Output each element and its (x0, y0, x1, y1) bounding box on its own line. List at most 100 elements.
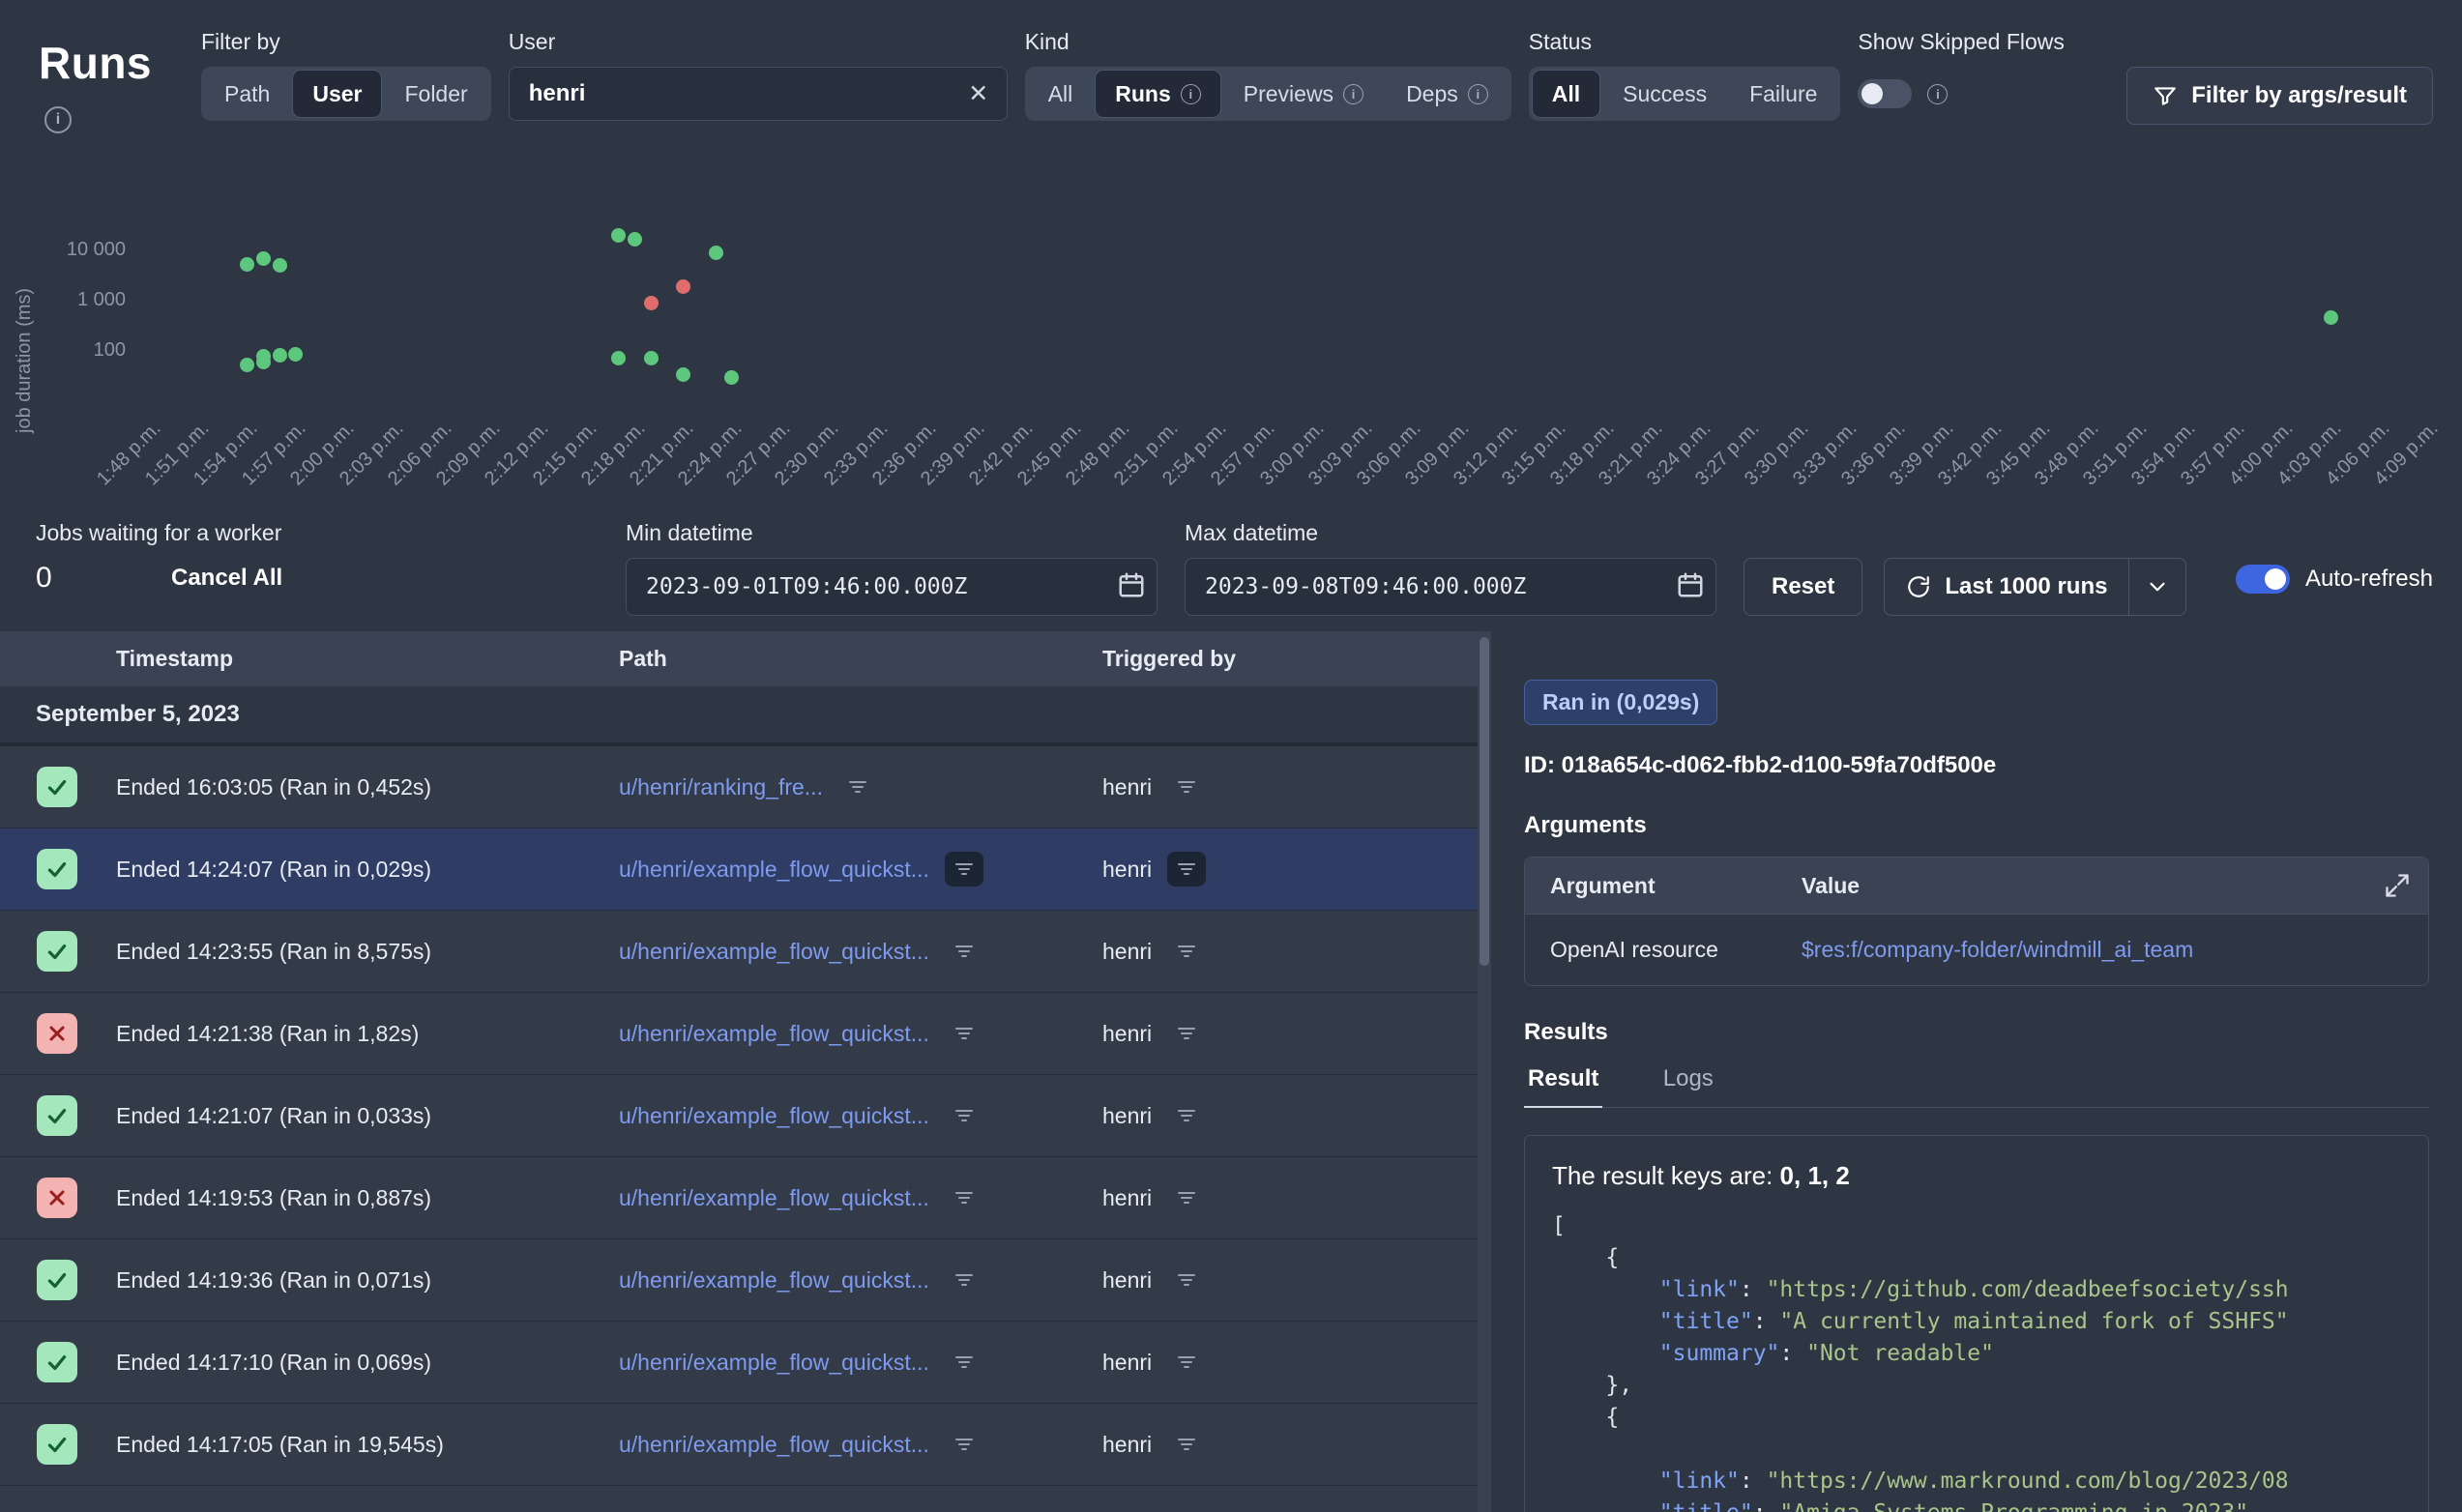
status-success-button[interactable]: Success (1603, 71, 1726, 117)
failure-x-icon (37, 1013, 77, 1054)
table-row[interactable]: Ended 14:19:36 (Ran in 0,071s)u/henri/ex… (0, 1239, 1478, 1322)
min-calendar-icon[interactable] (1117, 570, 1146, 599)
table-row[interactable]: Ended 16:03:05 (Ran in 0,452s)u/henri/ra… (0, 746, 1478, 829)
success-run-dot[interactable] (611, 351, 626, 365)
run-path-link[interactable]: u/henri/example_flow_quickst... (619, 1103, 929, 1129)
kind-deps-button[interactable]: Deps i (1387, 71, 1508, 117)
auto-refresh-toggle[interactable] (2236, 565, 2290, 594)
argument-value-link[interactable]: $res:f/company-folder/windmill_ai_team (1802, 937, 2428, 963)
filter-by-user-icon[interactable] (1167, 852, 1206, 887)
failure-run-dot[interactable] (644, 296, 659, 310)
filter-by-user-icon[interactable] (1167, 1098, 1206, 1133)
success-check-icon (37, 1342, 77, 1382)
success-run-dot[interactable] (724, 370, 739, 385)
success-run-dot[interactable] (240, 358, 254, 372)
status-toggle: All Success Failure (1529, 67, 1841, 121)
status-failure-button[interactable]: Failure (1730, 71, 1836, 117)
table-row[interactable]: Ended 14:19:53 (Ran in 0,887s) u/henri/ex… (0, 1157, 1478, 1239)
filter-by-path-icon[interactable] (945, 852, 983, 887)
last-runs-label: Last 1000 runs (1945, 573, 2107, 600)
run-path-link[interactable]: u/henri/example_flow_quickst... (619, 1267, 929, 1294)
run-path-link[interactable]: u/henri/example_flow_quickst... (619, 857, 929, 883)
filter-by-path-icon[interactable] (945, 1427, 983, 1462)
failure-x-icon (37, 1178, 77, 1218)
runs-info-icon[interactable]: i (44, 106, 72, 133)
filter-by-user-icon[interactable] (1167, 934, 1206, 969)
filter-by-user-icon[interactable] (1167, 1345, 1206, 1380)
filter-by-user-icon[interactable] (1167, 1180, 1206, 1215)
success-run-dot[interactable] (709, 246, 723, 260)
run-timestamp: Ended 14:21:38 (Ran in 1,82s) (116, 1021, 419, 1047)
runs-table: Timestamp Path Triggered by September 5,… (0, 631, 1478, 1512)
show-skipped-toggle[interactable] (1858, 79, 1912, 108)
filter-by-path-icon[interactable] (945, 1263, 983, 1297)
run-path-link[interactable]: u/henri/example_flow_quickst... (619, 1185, 929, 1211)
duration-scatter-chart: job duration (ms) 10 000 1 000 100 1:48 … (0, 184, 2462, 503)
table-row[interactable]: Ended 14:17:05 (Ran in 19,545s)u/henri/e… (0, 1404, 1478, 1486)
run-timestamp: Ended 14:19:53 (Ran in 0,887s) (116, 1185, 431, 1211)
min-datetime-input[interactable] (626, 558, 1158, 616)
previews-kind-info-icon[interactable]: i (1343, 84, 1363, 104)
filter-by-path-icon[interactable] (945, 1016, 983, 1051)
clear-user-icon[interactable]: ✕ (961, 76, 996, 111)
y-tick-1000: 1 000 (17, 288, 126, 311)
table-row[interactable]: Ended 14:21:38 (Ran in 1,82s) u/henri/exa… (0, 993, 1478, 1075)
success-run-dot[interactable] (256, 251, 271, 266)
table-row[interactable]: Ended 14:24:07 (Ran in 0,029s)u/henri/ex… (0, 829, 1478, 911)
run-path-link[interactable]: u/henri/example_flow_quickst... (619, 1021, 929, 1047)
kind-previews-button[interactable]: Previews i (1224, 71, 1383, 117)
table-row[interactable]: Ended 14:17:10 (Ran in 0,069s) u/henri/ex… (0, 1322, 1478, 1404)
filter-by-user-button[interactable]: User (293, 71, 381, 117)
success-run-dot[interactable] (273, 348, 287, 363)
filter-by-path-icon[interactable] (945, 1345, 983, 1380)
tab-logs[interactable]: Logs (1659, 1065, 1717, 1106)
table-row[interactable]: Ended 14:23:55 (Ran in 8,575s)u/henri/ex… (0, 911, 1478, 993)
run-path-link[interactable]: u/henri/example_flow_quickst... (619, 939, 929, 965)
filter-by-path-icon[interactable] (838, 770, 877, 804)
expand-args-icon[interactable] (2384, 872, 2428, 899)
deps-kind-info-icon[interactable]: i (1468, 84, 1488, 104)
kind-runs-button[interactable]: Runs i (1096, 71, 1220, 117)
run-path-link[interactable]: u/henri/ranking_fre... (619, 774, 823, 800)
filter-by-path-icon[interactable] (945, 934, 983, 969)
filter-by-user-icon[interactable] (1167, 770, 1206, 804)
status-filter-group: Status All Success Failure (1529, 29, 1841, 121)
filter-by-path-icon[interactable] (945, 1180, 983, 1215)
tab-result[interactable]: Result (1524, 1065, 1602, 1108)
show-skipped-info-icon[interactable]: i (1927, 84, 1948, 104)
success-run-dot[interactable] (628, 232, 642, 247)
table-scrollbar[interactable] (1478, 631, 1491, 1512)
success-run-dot[interactable] (240, 257, 254, 272)
success-run-dot[interactable] (2324, 310, 2338, 325)
max-datetime-input[interactable] (1185, 558, 1716, 616)
user-filter-input[interactable] (509, 67, 1008, 121)
run-path-link[interactable]: u/henri/example_flow_quickst... (619, 1350, 929, 1376)
run-user: henri (1102, 857, 1152, 883)
success-run-dot[interactable] (611, 228, 626, 243)
success-run-dot[interactable] (273, 258, 287, 273)
filter-by-folder-button[interactable]: Folder (385, 71, 486, 117)
run-path-link[interactable]: u/henri/example_flow_quickst... (619, 1432, 929, 1458)
table-row[interactable]: Ended 14:21:07 (Ran in 0,033s)u/henri/ex… (0, 1075, 1478, 1157)
filter-args-result-button[interactable]: Filter by args/result (2126, 67, 2433, 125)
success-run-dot[interactable] (288, 347, 303, 362)
top-filter-bar: Runs i Filter by Path User Folder User ✕… (0, 0, 2462, 133)
run-user: henri (1102, 1267, 1152, 1294)
run-timestamp: Ended 14:17:10 (Ran in 0,069s) (116, 1350, 431, 1376)
funnel-icon (2153, 83, 2178, 108)
runs-kind-info-icon[interactable]: i (1181, 84, 1201, 104)
max-calendar-icon[interactable] (1676, 570, 1705, 599)
kind-all-button[interactable]: All (1029, 71, 1093, 117)
filter-by-path-icon[interactable] (945, 1098, 983, 1133)
filter-by-user-icon[interactable] (1167, 1016, 1206, 1051)
failure-run-dot[interactable] (676, 279, 690, 294)
status-all-button[interactable]: All (1533, 71, 1599, 117)
filter-by-path-button[interactable]: Path (205, 71, 289, 117)
kind-filter-group: Kind All Runs i Previews i Deps i (1025, 29, 1511, 121)
header-path: Path (600, 646, 1083, 672)
success-run-dot[interactable] (676, 367, 690, 382)
filter-by-user-icon[interactable] (1167, 1427, 1206, 1462)
auto-refresh-block: Auto-refresh (2236, 565, 2433, 594)
filter-by-user-icon[interactable] (1167, 1263, 1206, 1297)
success-run-dot[interactable] (644, 351, 659, 365)
